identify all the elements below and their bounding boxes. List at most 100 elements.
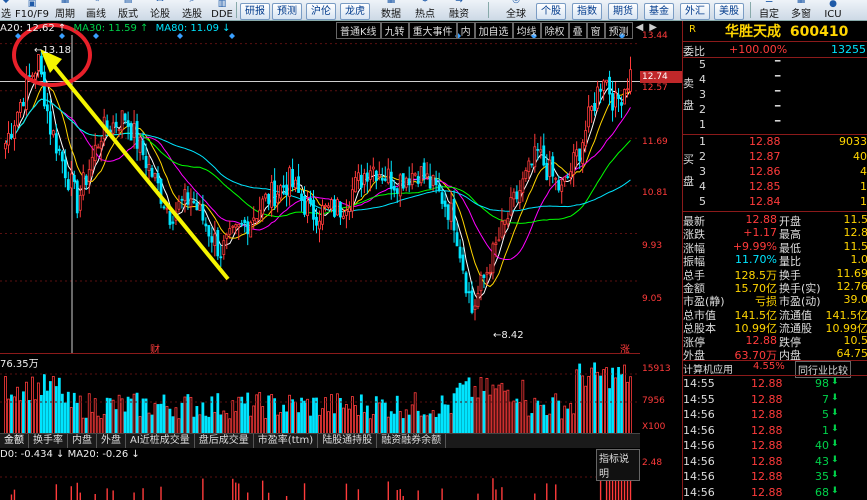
volume-bar: [252, 405, 256, 434]
tab-ai-volume[interactable]: AI近桩成交量: [126, 434, 195, 448]
volume-bar: [506, 389, 510, 434]
kline-chart-area[interactable]: A20: 12.62 ↑ MA30: 11.59 ↑ MA80: 11.09 ↓…: [0, 21, 657, 356]
volume-bar: [204, 415, 208, 434]
tab-northbound[interactable]: 陆股通持股: [318, 434, 378, 448]
menu-inner[interactable]: 内: [456, 22, 475, 39]
toolbar-button-index[interactable]: 指数: [572, 3, 602, 20]
tab-after-hours-volume[interactable]: 盘后成交量: [195, 434, 254, 448]
indicator-help-button[interactable]: 指标说明: [596, 449, 640, 481]
candle-body: [45, 104, 49, 112]
volume-bar: [4, 376, 7, 434]
toolbar-button-us-stocks[interactable]: 美股: [714, 3, 744, 20]
indicator-chart-area[interactable]: D0: -0.434 ↓ MA20: -0.26 ↓ 指标说明: [0, 447, 640, 500]
candle-body: [428, 176, 432, 189]
tab-outer-volume[interactable]: 外盘: [97, 434, 126, 448]
volume-chart-area[interactable]: 76.35万: [0, 353, 640, 434]
volume-bar: [479, 377, 483, 434]
tab-inner-volume[interactable]: 内盘: [68, 434, 97, 448]
candle-body: [515, 191, 519, 200]
toolbar-item-margin[interactable]: ⇆ 融资: [444, 0, 474, 20]
toolbar-item-global[interactable]: ◎ 全球: [500, 0, 532, 20]
candle-body: [602, 80, 605, 91]
toolbar-button-shanghai-london[interactable]: 沪伦: [306, 3, 336, 20]
tab-turnover[interactable]: 换手率: [29, 434, 68, 448]
toolbar-button-forex[interactable]: 外汇: [680, 3, 710, 20]
down-arrow-icon: ⬇: [831, 423, 839, 434]
volume-bar: [168, 408, 172, 434]
volume-bar: [530, 413, 534, 434]
volume-bar: [300, 397, 303, 434]
volume-bar: [572, 413, 576, 434]
toolbar-item-f10[interactable]: ▣ F10/F9: [14, 0, 50, 20]
volume-bar: [25, 381, 28, 434]
tab-margin-balance[interactable]: 融资融券余额: [377, 434, 447, 448]
menu-window[interactable]: 窗: [586, 22, 605, 39]
volume-bar: [111, 399, 115, 434]
volume-bar: [90, 411, 94, 434]
menu-major-events[interactable]: 重大事件: [408, 22, 457, 39]
candle-body: [593, 102, 597, 111]
toolbar-item-draw[interactable]: ✎ 画线: [83, 0, 109, 20]
toolbar-item-select[interactable]: ◆ 选: [0, 0, 12, 20]
toolbar-item-hotspot[interactable]: ✸ 热点: [410, 0, 440, 20]
toolbar-item-multi-window[interactable]: ▦ 多窗: [788, 0, 814, 20]
toolbar-button-stock[interactable]: 个股: [536, 3, 566, 20]
menu-forecast[interactable]: 预测: [604, 22, 633, 39]
toolbar-item-dde[interactable]: ▥ DDE: [210, 0, 234, 20]
volume-label: 76.35万: [0, 359, 39, 370]
candle-body: [210, 236, 214, 243]
candle-body: [204, 223, 208, 227]
toolbar-button-funds[interactable]: 基金: [644, 3, 674, 20]
toolbar-item-discuss[interactable]: ✉ 论股: [147, 0, 173, 20]
toolbar-item-icu[interactable]: ● ICU: [820, 0, 846, 20]
volume-bar: [159, 403, 163, 434]
candle-body: [497, 239, 501, 242]
candle-body: [473, 305, 477, 310]
down-arrow-icon: ⬇: [831, 408, 839, 418]
sell-level-number: 1: [699, 118, 706, 131]
volume-bar: [249, 415, 253, 434]
tab-amount[interactable]: 金额: [0, 434, 29, 448]
toolbar-button-forecast[interactable]: 预测: [272, 3, 302, 20]
candle-body: [449, 202, 453, 222]
menu-ex-rights[interactable]: 除权: [540, 22, 569, 39]
ma30-label: MA30: 11.59 ↑: [73, 23, 149, 34]
sell-level-number: 5: [699, 58, 706, 71]
toolbar-item-custom[interactable]: ☰ 自定: [756, 0, 782, 20]
candle-body: [548, 159, 552, 177]
candle-body: [303, 196, 306, 215]
toolbar-item-layout[interactable]: ▤ 版式: [115, 0, 141, 20]
volume-bar: [431, 410, 435, 434]
candle-body: [353, 177, 357, 193]
menu-moving-average[interactable]: 均线: [512, 22, 541, 39]
menu-nine-turn[interactable]: 九转: [380, 22, 409, 39]
menu-kline-type[interactable]: 普通K线: [336, 22, 381, 39]
volume-bar: [359, 394, 363, 434]
toolbar-button-research[interactable]: 研报: [240, 3, 270, 20]
candle-body: [288, 167, 291, 198]
indicator-legend: D0: -0.434 ↓ MA20: -0.26 ↓: [0, 449, 140, 460]
volume-bar: [377, 402, 381, 434]
tab-pe-ttm[interactable]: 市盈率(ttm): [254, 434, 319, 448]
volume-bar: [560, 418, 564, 434]
volume-bar: [75, 402, 79, 434]
volume-bar: [455, 387, 459, 434]
volume-bar: [503, 390, 507, 434]
candle-body: [587, 106, 591, 128]
candle-body: [57, 148, 61, 151]
toolbar-item-data[interactable]: ▦ 数据: [376, 0, 406, 20]
menu-add-watchlist[interactable]: 加自选: [474, 22, 513, 39]
toolbar-button-dragon-tiger[interactable]: 龙虎: [340, 3, 370, 20]
toolbar-button-futures[interactable]: 期货: [608, 3, 638, 20]
down-arrow-icon: ⬇: [831, 470, 839, 480]
sector-name[interactable]: 计算机应用: [683, 361, 733, 376]
toolbar-item-period[interactable]: ▦ 周期: [52, 0, 78, 20]
toolbar-item-pick-stock[interactable]: ⌕ 选股: [179, 0, 205, 20]
buy-level-volume: 1: [860, 195, 867, 208]
menu-overlay[interactable]: 叠: [568, 22, 587, 39]
candle-body: [294, 179, 297, 189]
down-arrow-icon: ⬇: [831, 485, 839, 496]
toolbar-divider: [750, 2, 751, 18]
ma20-label: A20: 12.62 ↑: [0, 23, 67, 34]
candle-body: [350, 189, 354, 212]
